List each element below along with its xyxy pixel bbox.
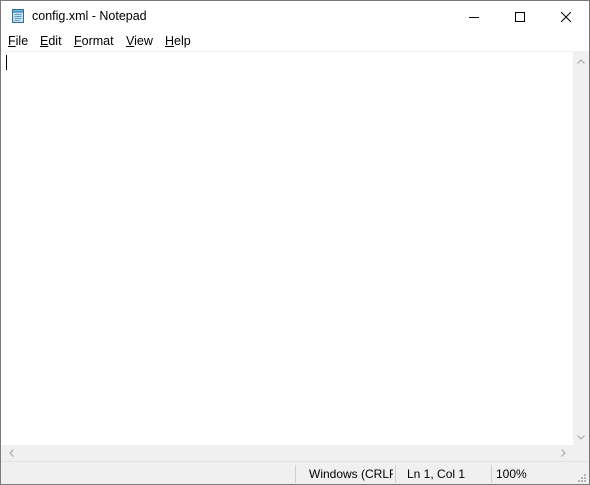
chevron-right-icon	[560, 449, 566, 457]
menu-format[interactable]: Format	[74, 34, 114, 48]
menu-file[interactable]: File	[8, 34, 28, 48]
title-bar[interactable]: config.xml - Notepad	[1, 1, 589, 32]
maximize-icon	[515, 11, 525, 22]
notepad-window: config.xml - Notepad File Edit Format Vi…	[0, 0, 590, 485]
status-divider	[395, 465, 396, 483]
close-icon	[561, 11, 571, 22]
chevron-down-icon	[577, 434, 585, 440]
menu-view[interactable]: View	[126, 34, 153, 48]
scroll-left-button[interactable]	[3, 445, 19, 461]
status-zoom-level: 100%	[496, 467, 527, 481]
scroll-right-button[interactable]	[555, 445, 571, 461]
maximize-button[interactable]	[497, 1, 543, 32]
text-caret	[6, 55, 7, 70]
scroll-down-button[interactable]	[573, 429, 589, 445]
minimize-button[interactable]	[451, 1, 497, 32]
status-cursor-position: Ln 1, Col 1	[407, 467, 466, 481]
scroll-up-button[interactable]	[573, 53, 589, 69]
window-title: config.xml - Notepad	[32, 9, 147, 23]
status-bar: Windows (CRLF) Ln 1, Col 1 100%	[1, 461, 589, 484]
status-divider	[491, 465, 492, 483]
minimize-icon	[469, 16, 479, 18]
menu-help[interactable]: Help	[165, 34, 191, 48]
close-button[interactable]	[543, 1, 589, 32]
status-line-ending: Windows (CRLF)	[309, 467, 393, 481]
menu-bar: File Edit Format View Help	[1, 32, 589, 51]
status-divider	[295, 465, 296, 483]
text-editor[interactable]	[1, 51, 573, 446]
scrollbar-corner	[573, 445, 589, 461]
chevron-up-icon	[577, 58, 585, 64]
horizontal-scrollbar[interactable]	[1, 445, 573, 461]
chevron-left-icon	[8, 449, 14, 457]
resize-grip-icon[interactable]	[575, 471, 587, 483]
menu-edit[interactable]: Edit	[40, 34, 62, 48]
notepad-icon	[10, 8, 26, 24]
vertical-scrollbar[interactable]	[573, 51, 589, 445]
